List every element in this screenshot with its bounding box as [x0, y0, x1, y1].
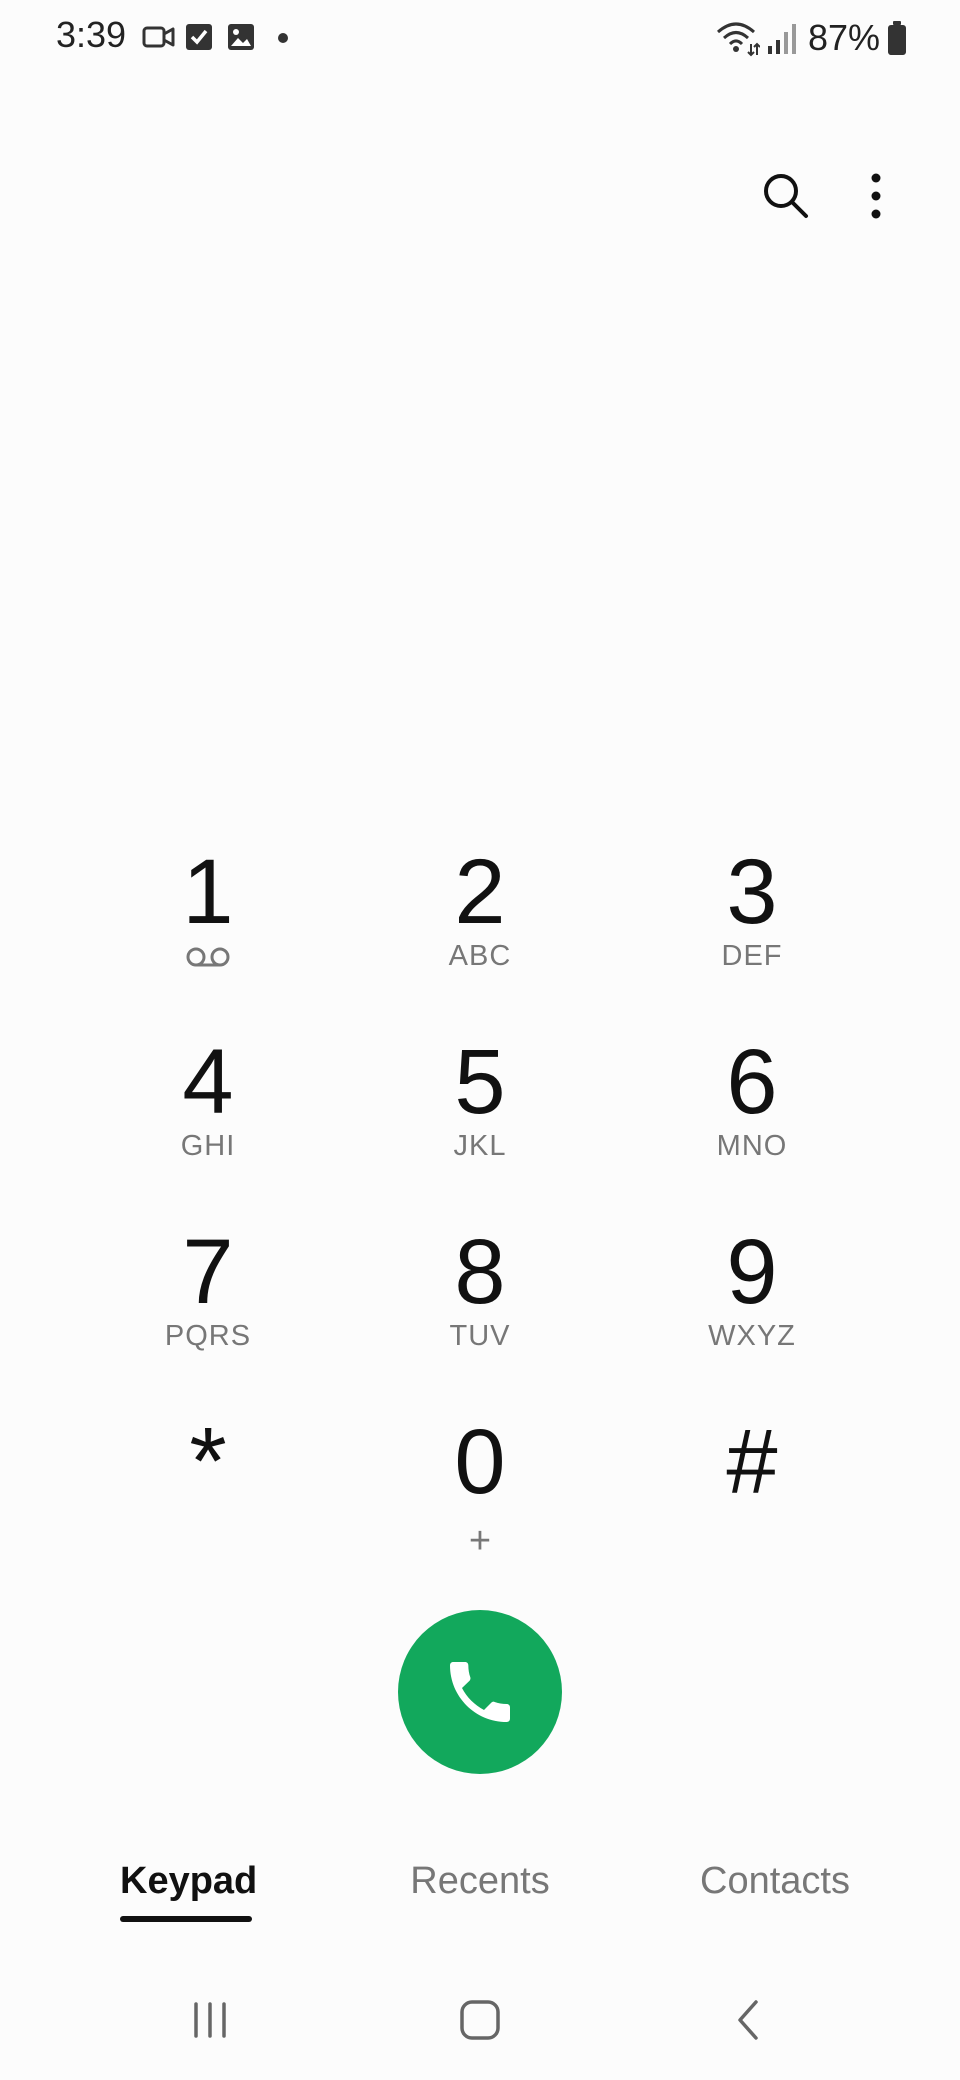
key-7[interactable]: 7 PQRS	[108, 1222, 308, 1392]
keypad-row: * 0 + #	[0, 1412, 960, 1592]
key-letters: MNO	[716, 1130, 788, 1162]
nav-back-button[interactable]	[710, 1990, 790, 2050]
key-5[interactable]: 5 JKL	[380, 1032, 580, 1202]
key-letters: WXYZ	[708, 1320, 796, 1352]
key-digit: 9	[726, 1221, 778, 1323]
key-digit: 2	[454, 841, 506, 943]
home-icon	[460, 2000, 500, 2040]
key-digit: 0	[454, 1411, 506, 1513]
status-bar: 3:39 87%	[0, 0, 960, 76]
key-digit: 3	[726, 841, 778, 943]
voicemail-icon	[186, 947, 230, 967]
key-0[interactable]: 0 +	[380, 1412, 580, 1582]
status-time: 3:39	[56, 14, 127, 55]
key-digit: #	[726, 1411, 778, 1513]
key-8[interactable]: 8 TUV	[380, 1222, 580, 1392]
key-6[interactable]: 6 MNO	[652, 1032, 852, 1202]
tab-contacts[interactable]: Contacts	[690, 1860, 860, 1903]
key-1[interactable]: 1	[108, 842, 308, 1012]
system-navigation-bar	[0, 1982, 960, 2062]
video-call-icon	[142, 26, 175, 48]
key-letters: TUV	[449, 1320, 511, 1352]
key-letters: GHI	[180, 1130, 236, 1162]
active-tab-indicator	[120, 1916, 252, 1922]
key-digit: 1	[182, 841, 234, 943]
bottom-tab-bar: Keypad Recents Contacts	[0, 1860, 960, 1940]
call-button[interactable]	[398, 1610, 562, 1774]
key-2[interactable]: 2 ABC	[380, 842, 580, 1012]
keypad-row: 4 GHI 5 JKL 6 MNO	[0, 1032, 960, 1212]
nav-recents-button[interactable]	[170, 1990, 250, 2050]
key-letters: +	[468, 1520, 492, 1562]
key-letters: JKL	[453, 1130, 507, 1162]
wifi-icon	[716, 22, 760, 57]
gallery-icon	[228, 24, 254, 50]
key-9[interactable]: 9 WXYZ	[652, 1222, 852, 1392]
top-action-bar	[750, 160, 912, 232]
search-button[interactable]	[750, 160, 822, 232]
key-4[interactable]: 4 GHI	[108, 1032, 308, 1202]
key-letters: DEF	[721, 940, 783, 972]
signal-icon	[767, 24, 796, 54]
key-letters: PQRS	[164, 1320, 252, 1352]
nav-home-button[interactable]	[440, 1990, 520, 2050]
key-digit: 7	[182, 1221, 234, 1323]
battery-icon	[888, 21, 906, 55]
key-digit: 6	[726, 1031, 778, 1133]
key-letters: ABC	[448, 940, 512, 972]
checklist-icon	[186, 24, 212, 50]
key-digit: 4	[182, 1031, 234, 1133]
notification-dot-icon	[278, 33, 288, 43]
key-3[interactable]: 3 DEF	[652, 842, 852, 1012]
recent-apps-icon	[194, 2002, 226, 2038]
key-digit: *	[189, 1408, 227, 1515]
key-digit: 8	[454, 1221, 506, 1323]
key-hash[interactable]: #	[652, 1412, 852, 1582]
phone-icon	[450, 1662, 510, 1722]
back-icon	[738, 2000, 758, 2040]
tab-recents[interactable]: Recents	[400, 1860, 560, 1903]
tab-keypad[interactable]: Keypad	[120, 1860, 257, 1903]
battery-percentage: 87%	[807, 17, 880, 58]
key-digit: 5	[454, 1031, 506, 1133]
more-vertical-icon	[871, 173, 881, 219]
search-icon	[764, 174, 808, 218]
status-right-group: 87%	[716, 14, 908, 62]
key-star[interactable]: *	[108, 1412, 308, 1582]
keypad-row: 1 2 ABC 3 DEF	[0, 842, 960, 1022]
more-options-button[interactable]	[840, 160, 912, 232]
keypad-row: 7 PQRS 8 TUV 9 WXYZ	[0, 1222, 960, 1402]
dialer-screen: 3:39 87% 1 2 ABC 3 DEF 4 GHI 5 JKL 6 MNO…	[0, 0, 960, 2080]
